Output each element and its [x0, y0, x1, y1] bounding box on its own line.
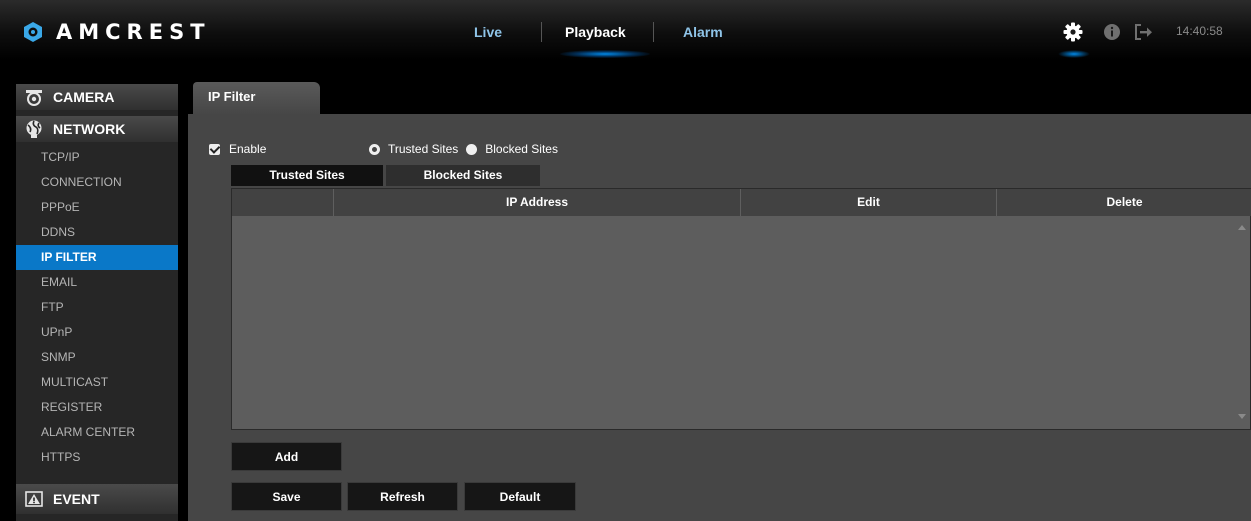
- nav-active-glow: [560, 50, 650, 58]
- tab-ip-filter[interactable]: IP Filter: [193, 82, 320, 115]
- scroll-down-arrow-icon[interactable]: [1238, 414, 1246, 419]
- sidebar-section-label: NETWORK: [53, 121, 126, 137]
- sidebar: CAMERA NETWORK TCP/IP CONNECTION PPPoE D…: [16, 84, 178, 521]
- nav-separator: [653, 22, 654, 42]
- radio-blocked-sites[interactable]: [466, 143, 478, 155]
- sidebar-item-snmp[interactable]: SNMP: [16, 345, 178, 370]
- brand-name: AMCREST: [56, 20, 211, 44]
- save-button[interactable]: Save: [231, 482, 342, 511]
- sidebar-section-network[interactable]: NETWORK: [16, 116, 178, 142]
- column-header-delete: Delete: [1106, 195, 1143, 209]
- radio-trusted-sites-label: Trusted Sites: [388, 142, 459, 156]
- brand-logo: AMCREST: [22, 20, 211, 44]
- sidebar-item-ip-filter[interactable]: IP FILTER: [16, 245, 178, 270]
- nav-tab-playback[interactable]: Playback: [565, 22, 626, 42]
- sidebar-section-label: CAMERA: [53, 89, 115, 105]
- radio-trusted-sites[interactable]: [369, 143, 380, 155]
- sidebar-section-camera[interactable]: CAMERA: [16, 84, 178, 110]
- refresh-button[interactable]: Refresh: [347, 482, 458, 511]
- sidebar-item-multicast[interactable]: MULTICAST: [16, 370, 178, 395]
- nav-tab-alarm[interactable]: Alarm: [683, 22, 723, 42]
- info-icon[interactable]: [1102, 22, 1122, 42]
- camera-icon: [26, 90, 42, 106]
- sidebar-item-https[interactable]: HTTPS: [16, 445, 178, 470]
- subtab-blocked-sites[interactable]: Blocked Sites: [386, 165, 540, 186]
- sidebar-item-alarm-center[interactable]: ALARM CENTER: [16, 420, 178, 445]
- ip-filter-table: IP Address Edit Delete: [231, 188, 1251, 430]
- table-header: IP Address Edit Delete: [232, 189, 1251, 216]
- top-bar: AMCREST Live Playback Alarm 14:40:58: [0, 0, 1251, 60]
- sidebar-section-label: EVENT: [53, 491, 100, 507]
- gear-icon[interactable]: [1063, 22, 1083, 42]
- enable-label: Enable: [229, 142, 267, 156]
- mode-radio-group: Trusted Sites Blocked Sites: [369, 141, 558, 157]
- sidebar-item-pppoe[interactable]: PPPoE: [16, 195, 178, 220]
- scroll-up-arrow-icon[interactable]: [1238, 225, 1246, 230]
- sidebar-item-email[interactable]: EMAIL: [16, 270, 178, 295]
- app-window: AMCREST Live Playback Alarm 14:40:58 CAM…: [0, 0, 1251, 521]
- enable-checkbox[interactable]: [209, 143, 220, 155]
- sidebar-item-connection[interactable]: CONNECTION: [16, 170, 178, 195]
- column-header-ip-address: IP Address: [334, 189, 741, 216]
- sidebar-item-ftp[interactable]: FTP: [16, 295, 178, 320]
- enable-row: Enable: [209, 141, 266, 157]
- network-globe-icon: [26, 120, 42, 138]
- clock-display: 14:40:58: [1176, 24, 1223, 38]
- sidebar-item-tcpip[interactable]: TCP/IP: [16, 145, 178, 170]
- nav-tab-live[interactable]: Live: [474, 22, 502, 42]
- sidebar-item-upnp[interactable]: UPnP: [16, 320, 178, 345]
- logout-icon[interactable]: [1133, 22, 1153, 42]
- default-button[interactable]: Default: [464, 482, 576, 511]
- subtab-trusted-sites[interactable]: Trusted Sites: [231, 165, 383, 186]
- settings-active-glow: [1058, 50, 1090, 58]
- event-alert-icon: [25, 491, 43, 507]
- add-button[interactable]: Add: [231, 442, 342, 471]
- radio-blocked-sites-label: Blocked Sites: [485, 142, 558, 156]
- amcrest-logo-icon: [24, 22, 42, 42]
- sidebar-section-event[interactable]: EVENT: [16, 484, 178, 514]
- column-header-edit: Edit: [741, 189, 997, 216]
- column-header-blank: [232, 189, 334, 216]
- nav-separator: [541, 22, 542, 42]
- sidebar-item-ddns[interactable]: DDNS: [16, 220, 178, 245]
- sidebar-item-register[interactable]: REGISTER: [16, 395, 178, 420]
